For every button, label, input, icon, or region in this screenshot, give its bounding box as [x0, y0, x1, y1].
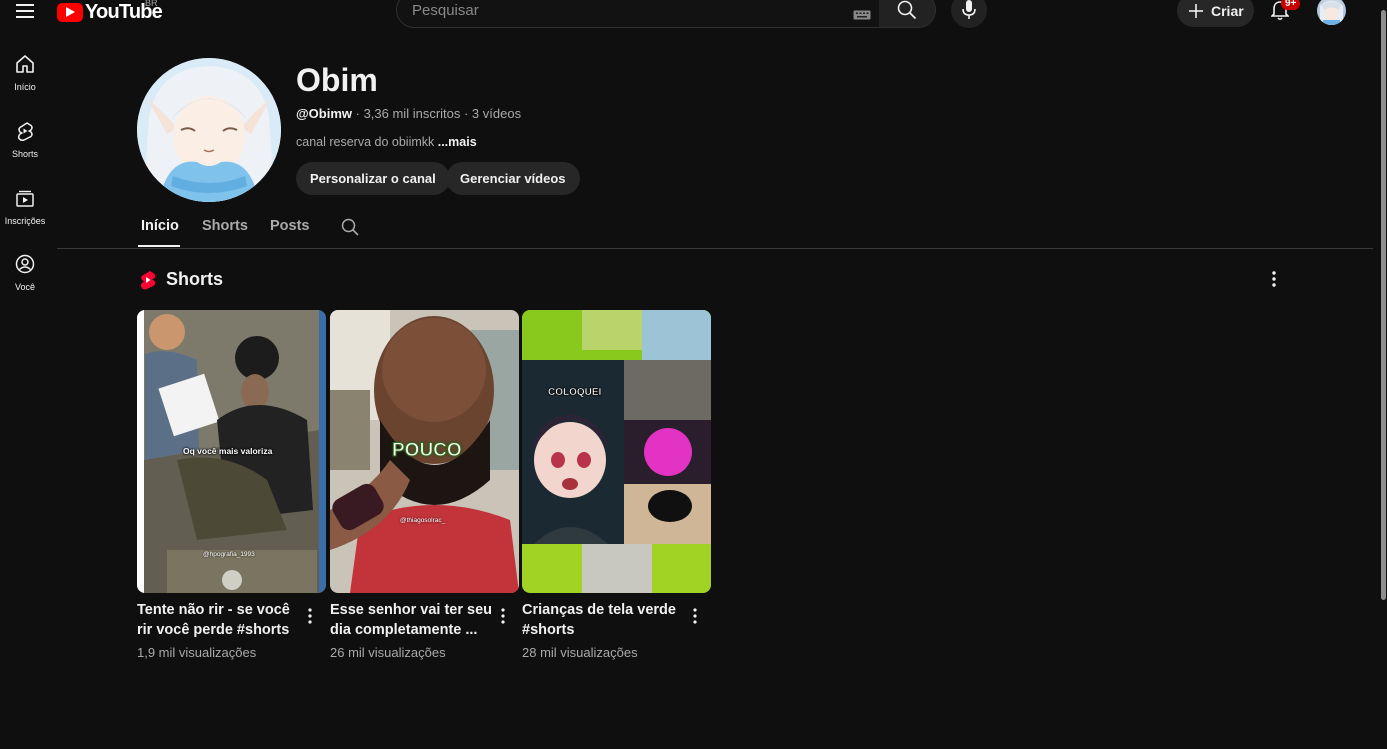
voice-search-button[interactable]: [951, 0, 987, 28]
short-views: 1,9 mil visualizações: [137, 645, 257, 660]
mic-icon: [962, 0, 976, 19]
sidebar-item-you[interactable]: Você: [0, 254, 50, 292]
tab-posts[interactable]: Posts: [270, 218, 310, 234]
search-icon: [897, 0, 917, 20]
channel-description[interactable]: canal reserva do obiimkk ...mais: [296, 135, 477, 149]
more-options-icon[interactable]: [500, 608, 506, 629]
customize-channel-button[interactable]: Personalizar o canal: [296, 162, 450, 195]
tabs-divider: [57, 248, 1373, 249]
create-button[interactable]: Criar: [1177, 0, 1254, 27]
youtube-logo[interactable]: YouTube BR: [57, 0, 163, 24]
short-card[interactable]: COLOQUEI Crianças de tela verde #shorts …: [522, 310, 711, 660]
thumbnail-caption: POUCO: [392, 440, 463, 462]
search-button[interactable]: [879, 0, 936, 28]
more-options-icon[interactable]: [692, 608, 698, 629]
thumbnail-watermark: @hpografia_1993: [203, 551, 255, 558]
tab-home[interactable]: Início: [141, 218, 179, 234]
you-icon: [15, 254, 35, 274]
channel-description-text: canal reserva do obiimkk: [296, 135, 438, 149]
short-card[interactable]: POUCO @thiagosolrac_ Esse senhor vai ter…: [330, 310, 519, 660]
sidebar-item-subscriptions[interactable]: Inscrições: [0, 188, 50, 226]
more-options-icon[interactable]: [307, 608, 313, 629]
short-thumbnail[interactable]: COLOQUEI: [522, 310, 711, 593]
menu-icon[interactable]: [12, 0, 38, 22]
home-icon: [16, 55, 34, 73]
channel-search-icon[interactable]: [341, 218, 359, 241]
play-icon: [57, 2, 83, 22]
search-input[interactable]: Pesquisar: [412, 2, 479, 19]
more-options-icon[interactable]: [1266, 270, 1282, 293]
active-tab-indicator: [138, 245, 180, 247]
short-title[interactable]: Esse senhor vai ter seu dia completament…: [330, 600, 495, 640]
notifications-badge: 9+: [1281, 0, 1301, 10]
subscriptions-icon: [16, 190, 34, 207]
plus-icon: [1189, 3, 1203, 18]
thumbnail-caption: Oq você mais valoriza: [183, 446, 273, 456]
channel-stats: · 3,36 mil inscritos · 3 vídeos: [352, 106, 522, 121]
short-views: 28 mil visualizações: [522, 645, 638, 660]
thumbnail-caption: COLOQUEI: [548, 387, 602, 398]
more-link[interactable]: ...mais: [438, 135, 477, 149]
account-avatar[interactable]: [1317, 0, 1346, 25]
short-title[interactable]: Crianças de tela verde #shorts: [522, 600, 687, 640]
sidebar-item-shorts[interactable]: Shorts: [0, 121, 50, 159]
short-thumbnail[interactable]: POUCO @thiagosolrac_: [330, 310, 519, 593]
channel-meta: @Obimw · 3,36 mil inscritos · 3 vídeos: [296, 106, 521, 121]
masthead: YouTube BR Pesquisar Criar 9+: [0, 0, 1379, 56]
short-views: 26 mil visualizações: [330, 645, 446, 660]
manage-videos-button[interactable]: Gerenciar vídeos: [446, 162, 580, 195]
short-title[interactable]: Tente não rir - se você rir você perde #…: [137, 600, 302, 640]
sidebar-item-home[interactable]: Início: [0, 54, 50, 92]
sidebar-item-label: Início: [14, 82, 36, 92]
scrollbar-thumb[interactable]: [1381, 10, 1386, 600]
search-box[interactable]: Pesquisar: [396, 0, 880, 28]
country-code: BR: [145, 0, 158, 8]
sidebar-item-label: Inscrições: [4, 216, 46, 226]
channel-handle: @Obimw: [296, 106, 353, 121]
tab-shorts[interactable]: Shorts: [202, 218, 248, 234]
channel-name: Obim: [296, 62, 378, 98]
short-card[interactable]: Oq você mais valoriza @hpografia_1993 Te…: [137, 310, 326, 660]
keyboard-icon[interactable]: [853, 7, 871, 25]
sidebar-item-label: Shorts: [11, 149, 38, 159]
shorts-icon: [17, 122, 33, 142]
channel-avatar[interactable]: [137, 58, 281, 202]
shorts-logo-icon: [139, 270, 157, 295]
create-label: Criar: [1211, 2, 1244, 19]
short-thumbnail[interactable]: Oq você mais valoriza @hpografia_1993: [137, 310, 326, 593]
shorts-section-title: Shorts: [166, 269, 224, 289]
thumbnail-watermark: @thiagosolrac_: [400, 517, 446, 524]
sidebar-item-label: Você: [14, 282, 36, 292]
